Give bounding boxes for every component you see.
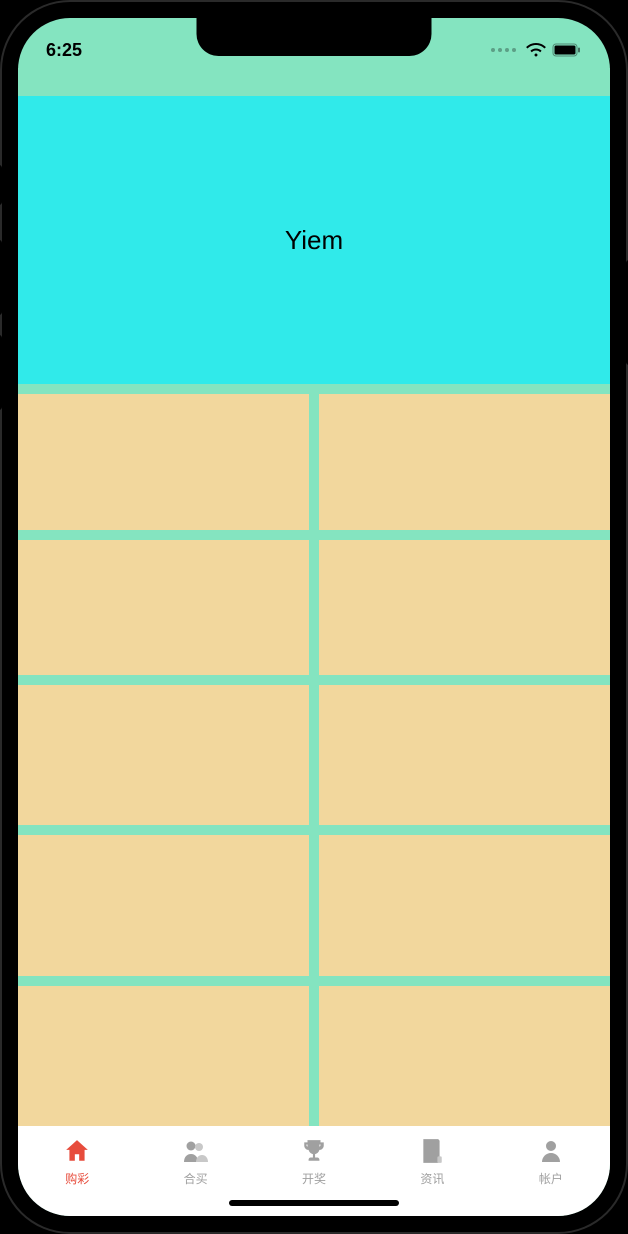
notch [197,18,432,56]
battery-icon [552,43,582,57]
hero-title: Yiem [285,225,343,256]
grid-cell[interactable] [319,685,610,825]
side-button-volume-down [0,335,2,410]
grid-row [18,986,610,1126]
side-button-silent [0,165,2,205]
grid-row [18,685,610,825]
side-button-volume-up [0,240,2,315]
grid-cell[interactable] [319,986,610,1126]
tab-label: 购彩 [65,1170,89,1187]
grid-row [18,394,610,530]
person-icon [536,1136,566,1166]
wifi-icon [526,43,546,57]
grid-cell[interactable] [319,540,610,676]
tab-news[interactable]: 资讯 [373,1136,491,1192]
tab-label: 合买 [184,1170,208,1187]
grid-cell[interactable] [319,394,610,530]
tab-label: 资讯 [420,1170,444,1187]
tab-results[interactable]: 开奖 [255,1136,373,1192]
grid-cell[interactable] [18,986,309,1126]
grid-cell[interactable] [18,685,309,825]
header-spacer [18,68,610,96]
screen: 6:25 Yiem [18,18,610,1216]
tab-label: 帐户 [539,1170,563,1187]
grid-row [18,540,610,676]
grid-cell[interactable] [18,835,309,975]
grid-row [18,835,610,975]
tab-account[interactable]: 帐户 [492,1136,610,1192]
tab-label: 开奖 [302,1170,326,1187]
status-indicators [491,43,582,57]
home-icon [62,1136,92,1166]
grid-cell[interactable] [18,394,309,530]
cellular-dots-icon [491,48,516,52]
hero-banner[interactable]: Yiem [18,96,610,384]
grid-cell[interactable] [18,540,309,676]
tab-lottery[interactable]: 购彩 [18,1136,136,1192]
grid-cell[interactable] [319,835,610,975]
document-icon [417,1136,447,1166]
tab-group[interactable]: 合买 [136,1136,254,1192]
home-indicator[interactable] [229,1200,399,1206]
lottery-grid[interactable] [18,384,610,1126]
phone-frame: 6:25 Yiem [0,0,628,1234]
trophy-icon [299,1136,329,1166]
status-time: 6:25 [46,40,82,61]
group-icon [181,1136,211,1166]
